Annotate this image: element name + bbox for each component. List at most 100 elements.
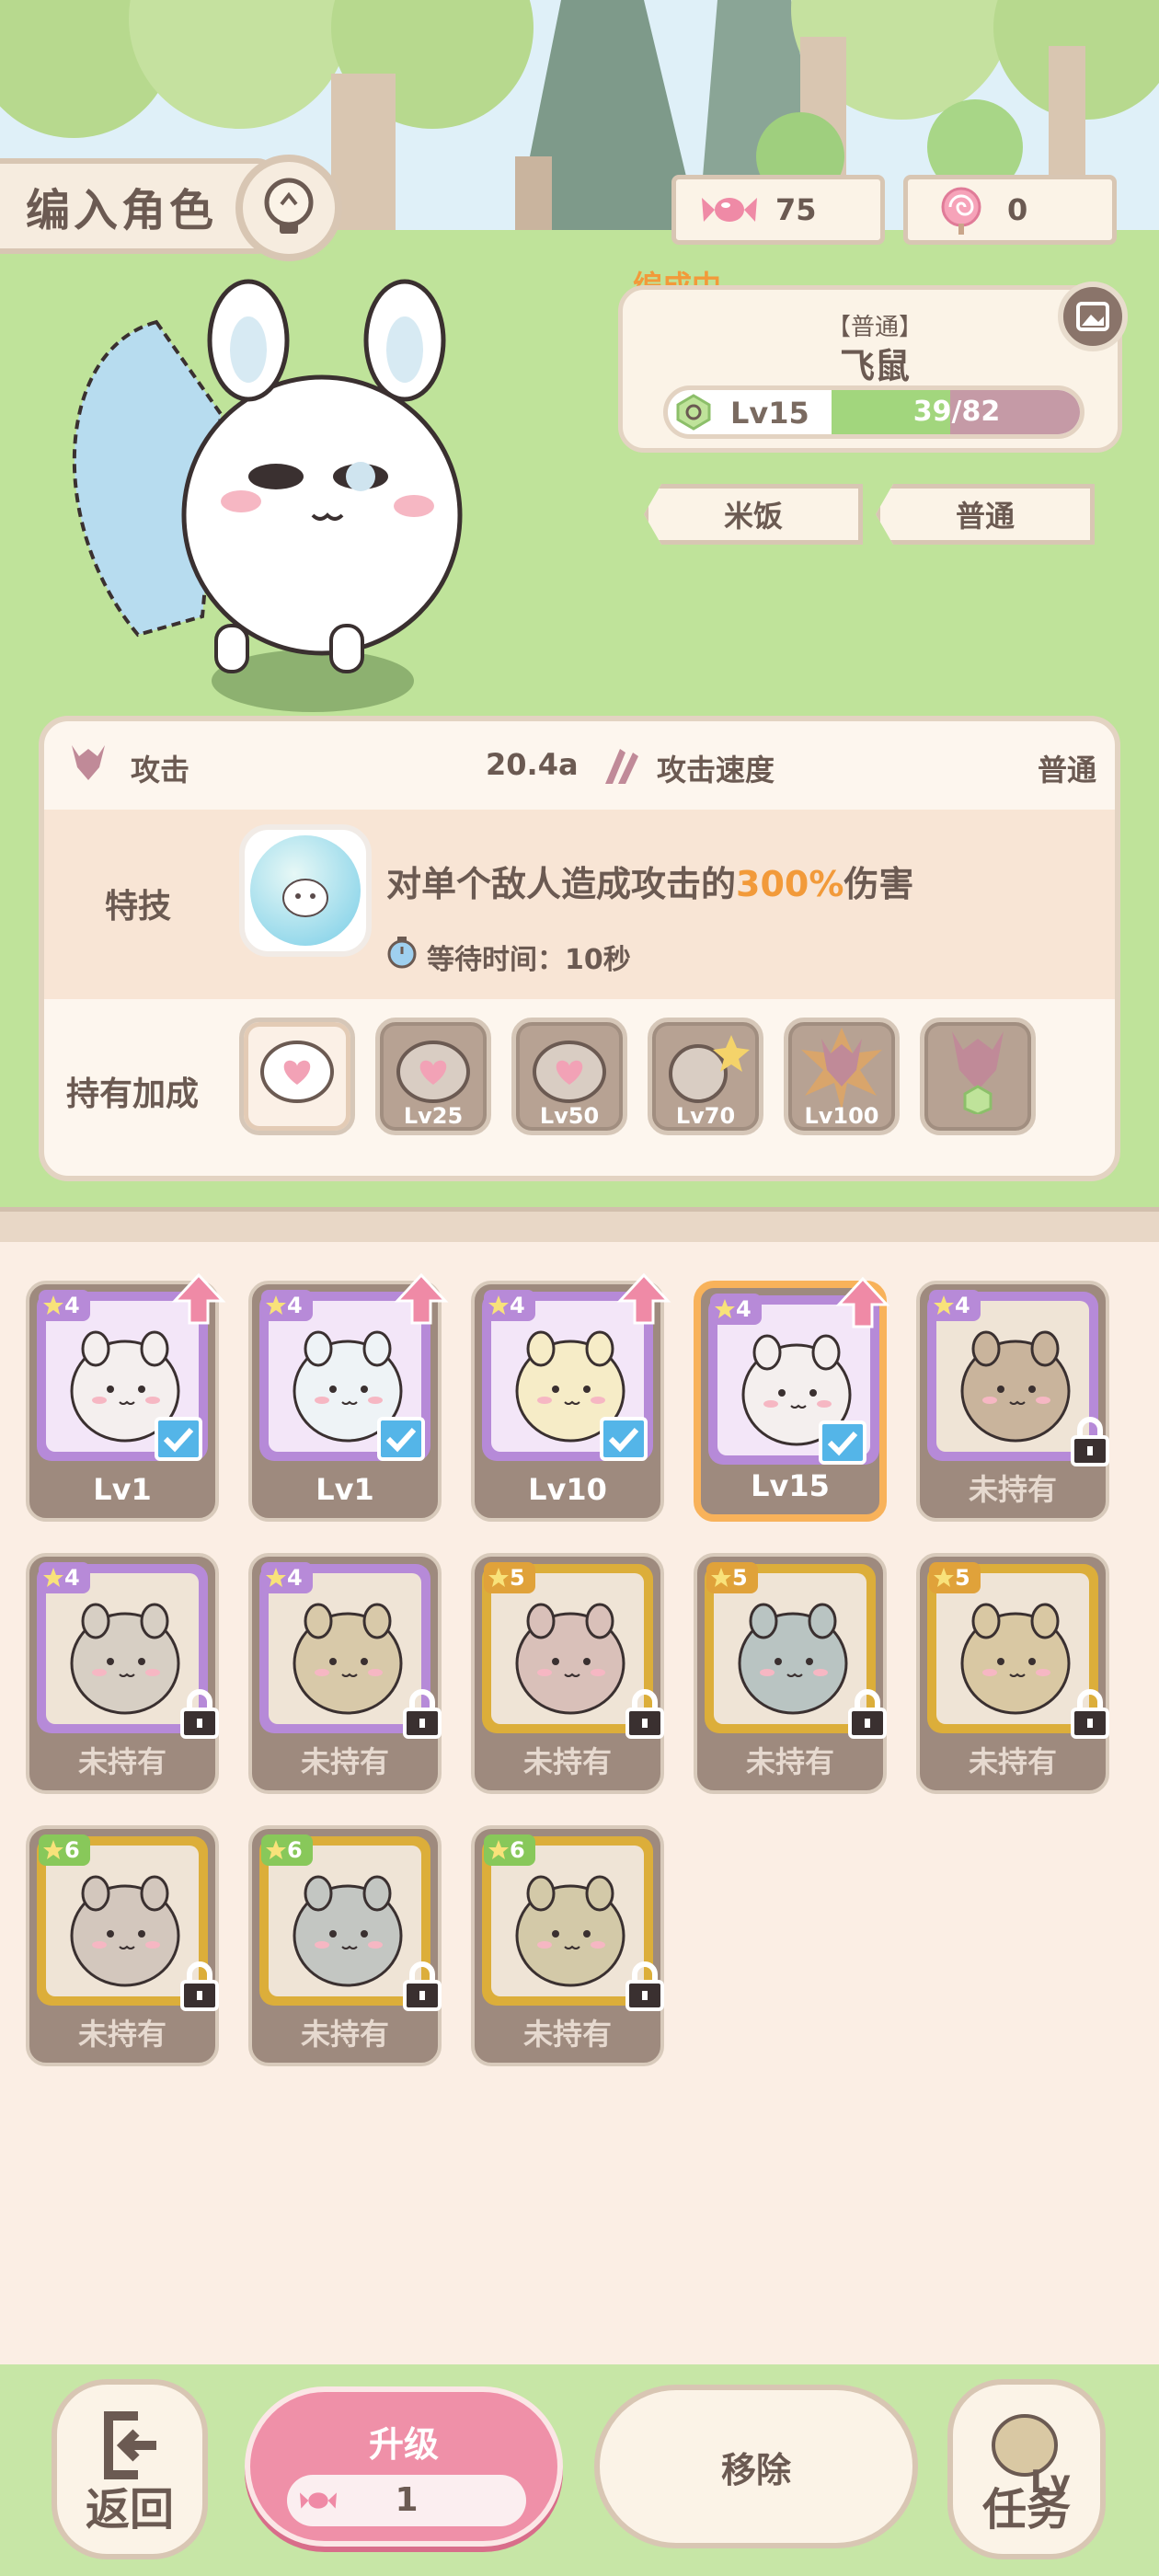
character-illustration bbox=[72, 279, 463, 712]
bonus-level-label: Lv70 bbox=[675, 1103, 736, 1129]
star-count: 4 bbox=[64, 1293, 80, 1318]
stats-panel: 攻击 20.4a 攻击速度 普通 特技 对单个敌人造成攻击的300%伤害 等待时… bbox=[39, 716, 1120, 1181]
candy-counter: 75 bbox=[671, 175, 885, 245]
bonus-slot[interactable]: Lv70 bbox=[648, 1018, 763, 1135]
back-label: 返回 bbox=[85, 2484, 174, 2536]
character-card[interactable]: 4 未持有 bbox=[248, 1553, 442, 1794]
character-info-card: 【普通】 飞鼠 Lv15 39/82 bbox=[618, 285, 1122, 453]
upgrade-available-icon bbox=[394, 1271, 449, 1327]
skill-desc-prefix: 对单个敌人造成攻击的 bbox=[386, 864, 737, 904]
skill-bubble-icon bbox=[250, 835, 361, 946]
lock-icon bbox=[1067, 1687, 1113, 1739]
lock-icon bbox=[1067, 1415, 1113, 1466]
star-count: 4 bbox=[955, 1293, 970, 1318]
star-icon bbox=[43, 1568, 63, 1587]
star-rank-badge: 4 bbox=[39, 1290, 90, 1321]
character-card[interactable]: 4 Lv1 bbox=[26, 1272, 226, 1522]
bonus-level-label: Lv25 bbox=[403, 1103, 464, 1129]
star-count: 4 bbox=[736, 1296, 752, 1322]
selected-check-icon bbox=[155, 1417, 202, 1461]
star-rank-badge: 4 bbox=[261, 1562, 313, 1593]
card-level: Lv1 bbox=[93, 1472, 152, 1507]
lock-icon bbox=[622, 1960, 668, 2011]
character-card[interactable]: 4 Lv15 bbox=[694, 1276, 890, 1522]
selected-check-icon bbox=[377, 1417, 425, 1461]
star-icon bbox=[488, 1295, 509, 1315]
selected-check-icon bbox=[819, 1420, 866, 1465]
star-count: 4 bbox=[287, 1565, 303, 1591]
upgrade-cost-value: 1 bbox=[395, 2481, 419, 2519]
star-icon bbox=[43, 1840, 63, 1859]
star-icon bbox=[715, 1299, 735, 1318]
hint-button[interactable] bbox=[235, 155, 342, 261]
character-name: 飞鼠 bbox=[839, 346, 910, 386]
star-count: 4 bbox=[64, 1565, 80, 1591]
star-count: 5 bbox=[510, 1565, 525, 1591]
upgrade-available-icon bbox=[171, 1271, 226, 1327]
candy-count: 75 bbox=[775, 192, 817, 227]
character-card[interactable]: 5 未持有 bbox=[471, 1553, 664, 1794]
card-not-owned: 未持有 bbox=[300, 1744, 389, 1779]
star-rank-badge: 6 bbox=[484, 1834, 535, 1866]
bonus-slot[interactable]: Lv100 bbox=[784, 1018, 900, 1135]
lollipop-icon bbox=[941, 187, 981, 235]
photo-button[interactable] bbox=[1058, 282, 1128, 351]
star-icon bbox=[934, 1568, 954, 1587]
attack-speed-label: 攻击速度 bbox=[657, 753, 775, 788]
star-icon bbox=[711, 1568, 731, 1587]
tag-type[interactable]: 普通 bbox=[876, 484, 1095, 545]
skill-desc-highlight: 300% bbox=[736, 864, 844, 904]
star-count: 4 bbox=[287, 1293, 303, 1318]
star-count: 6 bbox=[510, 1837, 525, 1863]
star-count: 5 bbox=[955, 1565, 970, 1591]
bonus-slot[interactable] bbox=[239, 1018, 355, 1135]
bonus-slot[interactable] bbox=[920, 1018, 1036, 1135]
lock-icon bbox=[177, 1960, 223, 2011]
attack-burst-icon bbox=[801, 1028, 882, 1110]
page-title: 编入角色 bbox=[0, 158, 276, 254]
card-not-owned: 未持有 bbox=[522, 2017, 612, 2052]
image-icon bbox=[1076, 302, 1109, 331]
star-icon bbox=[266, 1568, 286, 1587]
skill-label: 特技 bbox=[105, 888, 172, 926]
upgrade-button[interactable]: 升级 1 bbox=[245, 2386, 563, 2547]
level-text: Lv15 bbox=[730, 396, 809, 431]
card-level: Lv15 bbox=[751, 1468, 830, 1503]
remove-button[interactable]: 移除 bbox=[594, 2385, 918, 2548]
level-bar: Lv15 39/82 bbox=[663, 385, 1084, 439]
heart-icon bbox=[260, 1041, 334, 1103]
character-card[interactable]: 5 未持有 bbox=[916, 1553, 1109, 1794]
attack-icon bbox=[72, 745, 105, 780]
star-rank-badge: 4 bbox=[484, 1290, 535, 1321]
section-divider bbox=[0, 1207, 1159, 1242]
card-not-owned: 未持有 bbox=[745, 1744, 834, 1779]
star-icon bbox=[488, 1568, 509, 1587]
upgrade-label: 升级 bbox=[368, 2424, 439, 2465]
heart-icon bbox=[396, 1041, 470, 1103]
character-card[interactable]: 6 未持有 bbox=[248, 1825, 442, 2066]
tag-food[interactable]: 米饭 bbox=[644, 484, 863, 545]
skill-icon[interactable] bbox=[239, 824, 372, 957]
timer-icon bbox=[387, 937, 417, 969]
character-card[interactable]: 4 Lv1 bbox=[248, 1272, 449, 1522]
back-button[interactable]: 返回 bbox=[52, 2379, 208, 2559]
skill-wait-time: 等待时间：10秒 bbox=[427, 944, 631, 976]
skill-description: 对单个敌人造成攻击的300%伤害 bbox=[386, 856, 913, 906]
character-card[interactable]: 6 未持有 bbox=[471, 1825, 664, 2066]
star-rank-badge: 4 bbox=[710, 1294, 762, 1325]
sparkle-icon bbox=[669, 1035, 750, 1103]
bonus-level-label: Lv50 bbox=[539, 1103, 600, 1129]
card-not-owned: 未持有 bbox=[77, 2017, 166, 2052]
bonus-slot[interactable]: Lv50 bbox=[511, 1018, 627, 1135]
character-card[interactable]: 4 未持有 bbox=[26, 1553, 219, 1794]
card-level: Lv10 bbox=[528, 1472, 607, 1507]
bonus-slot[interactable]: Lv25 bbox=[375, 1018, 491, 1135]
upgrade-available-icon bbox=[835, 1275, 890, 1330]
star-count: 6 bbox=[64, 1837, 80, 1863]
character-card[interactable]: 4 未持有 bbox=[916, 1281, 1109, 1522]
character-card[interactable]: 4 Lv10 bbox=[471, 1272, 671, 1522]
character-card[interactable]: 6 未持有 bbox=[26, 1825, 219, 2066]
character-card[interactable]: 5 未持有 bbox=[694, 1553, 887, 1794]
upgrade-cost: 1 bbox=[287, 2475, 526, 2526]
task-button[interactable]: Lv 任务 bbox=[947, 2379, 1106, 2559]
